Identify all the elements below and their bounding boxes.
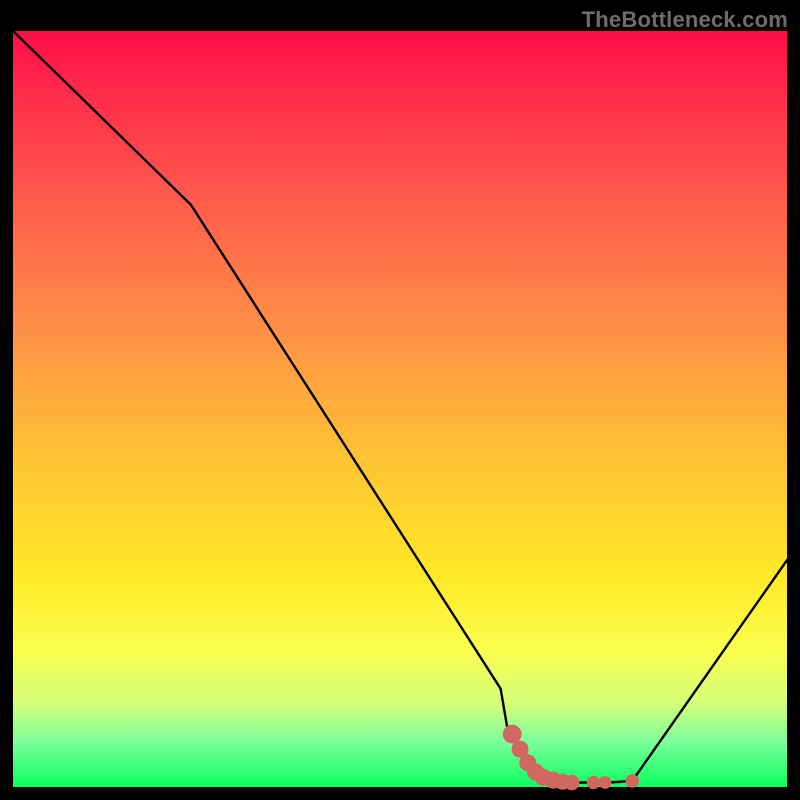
chart-svg (13, 31, 787, 787)
bottleneck-curve (13, 31, 787, 783)
marker-i (587, 776, 601, 790)
chart-frame (13, 31, 787, 787)
marker-a (503, 725, 522, 744)
chart-markers (503, 725, 639, 791)
marker-k (625, 774, 639, 788)
watermark-text: TheBottleneck.com (582, 7, 788, 33)
marker-h (564, 775, 579, 790)
marker-j (599, 776, 612, 789)
